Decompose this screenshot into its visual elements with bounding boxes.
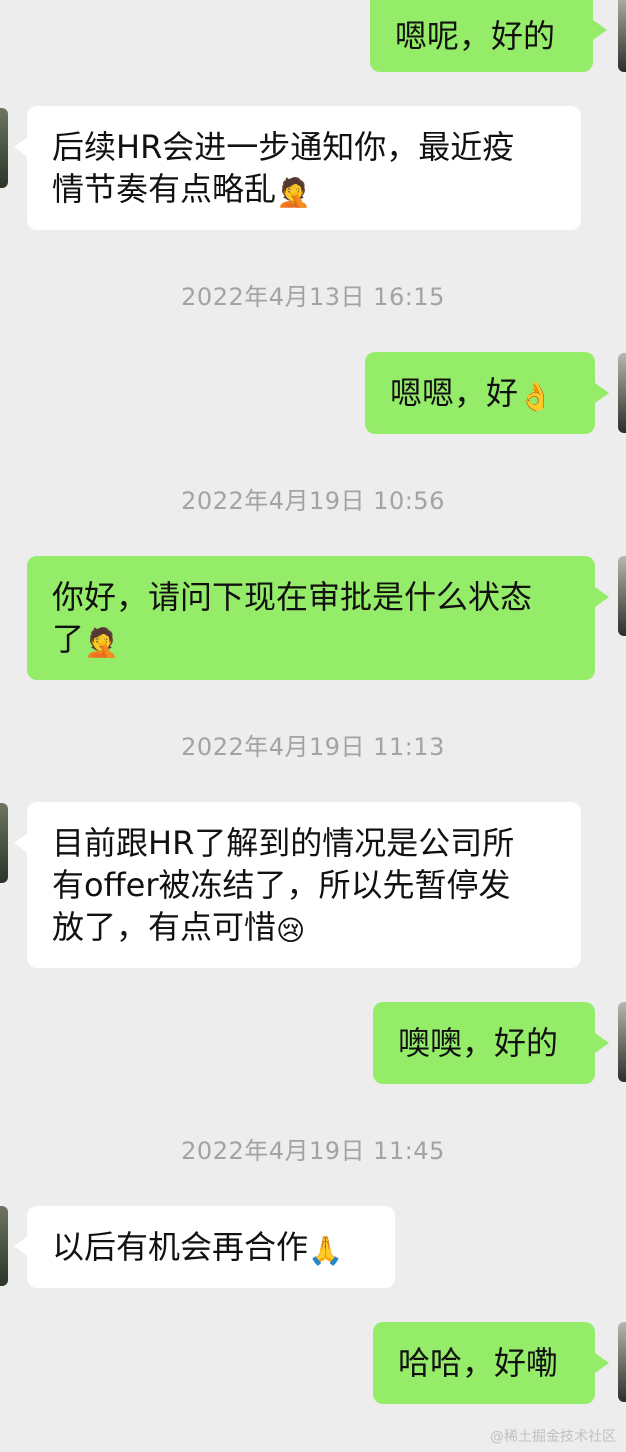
message-text: 嗯呢，好的 — [395, 17, 556, 55]
message-text: 放了，有点可惜 — [52, 908, 277, 946]
message-bubble[interactable]: 目前跟HR了解到的情况是公司所 有offer被冻结了，所以先暂停发 放了，有点可… — [27, 802, 581, 968]
bubble-tail — [595, 587, 609, 607]
message-bubble[interactable]: 噢噢，好的 — [373, 1002, 595, 1084]
watermark: @稀土掘金技术社区 — [490, 1429, 616, 1445]
message-timestamp: 2022年4月13日 16:15 — [181, 283, 445, 311]
message-timestamp: 2022年4月19日 11:13 — [181, 733, 445, 761]
avatar[interactable] — [0, 1206, 8, 1286]
message-text: 有offer被冻结了，所以先暂停发 — [52, 866, 511, 904]
message-bubble[interactable]: 嗯呢，好的 — [370, 0, 593, 72]
folded-hands-emoji: 🙏 — [308, 1234, 343, 1267]
bubble-tail — [593, 20, 607, 40]
crying-face-emoji: 😢 — [276, 914, 306, 947]
avatar[interactable] — [618, 0, 626, 72]
message-text: 嗯嗯，好 — [390, 374, 519, 412]
message-bubble[interactable]: 你好，请问下现在审批是什么状态 了🤦 — [27, 556, 595, 680]
message-text: 了 — [52, 620, 85, 658]
message-text: 后续HR会进一步通知你，最近疫 — [52, 128, 515, 166]
message-text: 你好，请问下现在审批是什么状态 — [52, 578, 533, 616]
message-text: 噢噢，好的 — [398, 1024, 559, 1062]
message-bubble[interactable]: 嗯嗯，好👌 — [365, 352, 595, 434]
bubble-tail — [595, 383, 609, 403]
avatar[interactable] — [0, 108, 8, 188]
bubble-tail — [595, 1033, 609, 1053]
bubble-tail — [14, 833, 28, 853]
avatar[interactable] — [618, 1322, 626, 1402]
message-text: 目前跟HR了解到的情况是公司所 — [52, 824, 515, 862]
bubble-tail — [14, 1236, 28, 1256]
avatar[interactable] — [618, 556, 626, 636]
message-timestamp: 2022年4月19日 10:56 — [181, 487, 445, 515]
message-timestamp: 2022年4月19日 11:45 — [181, 1137, 445, 1165]
bubble-tail — [595, 1353, 609, 1373]
message-text: 哈哈，好嘞 — [398, 1344, 559, 1382]
message-text: 情节奏有点略乱 — [52, 170, 277, 208]
message-text: 以后有机会再合作 — [52, 1228, 309, 1266]
message-bubble[interactable]: 哈哈，好嘞 — [373, 1322, 595, 1404]
facepalm-emoji: 🤦 — [276, 176, 311, 209]
avatar[interactable] — [618, 1002, 626, 1082]
bubble-tail — [14, 137, 28, 157]
avatar[interactable] — [618, 353, 626, 433]
facepalm-emoji: 🤦 — [84, 626, 119, 659]
message-bubble[interactable]: 后续HR会进一步通知你，最近疫 情节奏有点略乱🤦 — [27, 106, 581, 230]
ok-hand-emoji: 👌 — [518, 380, 553, 413]
avatar[interactable] — [0, 803, 8, 883]
message-bubble[interactable]: 以后有机会再合作🙏 — [27, 1206, 395, 1288]
